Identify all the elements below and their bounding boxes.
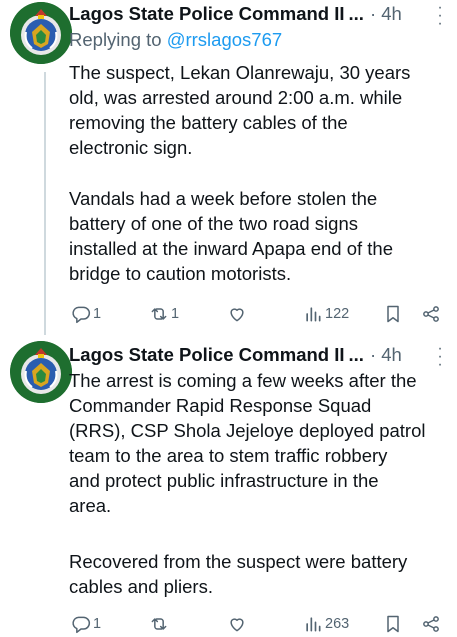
action-bar: 1 263 [69, 611, 447, 637]
repost-icon [151, 618, 167, 630]
bookmark-icon [387, 305, 399, 323]
bookmark-button[interactable] [383, 304, 403, 324]
views-button[interactable]: 263 [303, 614, 349, 634]
reply-icon [72, 306, 91, 324]
author-ellipsis: ... [348, 344, 364, 365]
police-logo-icon [10, 341, 72, 403]
tweet-header: Lagos State Police Command II ... · 4h ·… [69, 0, 447, 32]
reply-icon [72, 616, 91, 634]
replying-to: Replying to @rrslagos767 [69, 29, 282, 51]
tweet-text-paragraph-1: The arrest is coming a few weeks after t… [69, 370, 426, 516]
repost-count: 1 [171, 306, 180, 322]
author-ellipsis: ... [348, 3, 364, 24]
share-button[interactable] [421, 304, 441, 324]
tweet-text-paragraph-1: The suspect, Lekan Olanrewaju, 30 years … [69, 62, 411, 158]
avatar[interactable] [10, 2, 72, 64]
tweet[interactable]: Lagos State Police Command II ... · 4h ·… [0, 0, 457, 335]
view-count: 263 [325, 616, 350, 632]
police-logo-icon [10, 2, 72, 64]
bookmark-button[interactable] [383, 614, 403, 634]
replying-to-label: Replying to [69, 29, 167, 50]
reply-button[interactable]: 1 [71, 304, 101, 324]
share-button[interactable] [421, 614, 441, 634]
reply-button[interactable]: 1 [71, 614, 101, 634]
tweet-text-paragraph-2: Vandals had a week before stolen the bat… [69, 188, 393, 284]
tweet-header: Lagos State Police Command II ... · 4h ·… [69, 341, 447, 373]
replying-to-handle[interactable]: @rrslagos767 [167, 29, 282, 50]
like-icon [230, 308, 244, 322]
reply-count: 1 [93, 306, 102, 322]
tweet[interactable]: Lagos State Police Command II ... · 4h ·… [0, 337, 457, 637]
repost-button[interactable] [149, 614, 171, 634]
like-icon [230, 618, 244, 632]
more-icon[interactable]: · · · [435, 341, 445, 373]
share-icon [423, 616, 439, 632]
timestamp[interactable]: · 4h [370, 3, 402, 25]
bookmark-icon [387, 615, 399, 633]
author-name[interactable]: Lagos State Police Command II [69, 3, 345, 25]
more-icon[interactable]: · · · [435, 0, 445, 32]
view-count: 122 [325, 306, 350, 322]
views-button[interactable]: 122 [303, 304, 349, 324]
tweet-text-paragraph-2: Recovered from the suspect were battery … [69, 551, 408, 597]
reply-count: 1 [93, 616, 102, 632]
timestamp[interactable]: · 4h [370, 344, 402, 366]
like-button[interactable] [227, 614, 249, 634]
action-bar: 1 1 122 [69, 301, 447, 327]
like-button[interactable] [227, 304, 249, 324]
share-icon [423, 306, 439, 322]
avatar[interactable] [10, 341, 72, 403]
views-icon [306, 617, 321, 632]
repost-button[interactable]: 1 [149, 304, 179, 324]
author-name[interactable]: Lagos State Police Command II [69, 344, 345, 366]
repost-icon [151, 308, 167, 320]
views-icon [306, 307, 321, 322]
thread-line [44, 72, 46, 335]
